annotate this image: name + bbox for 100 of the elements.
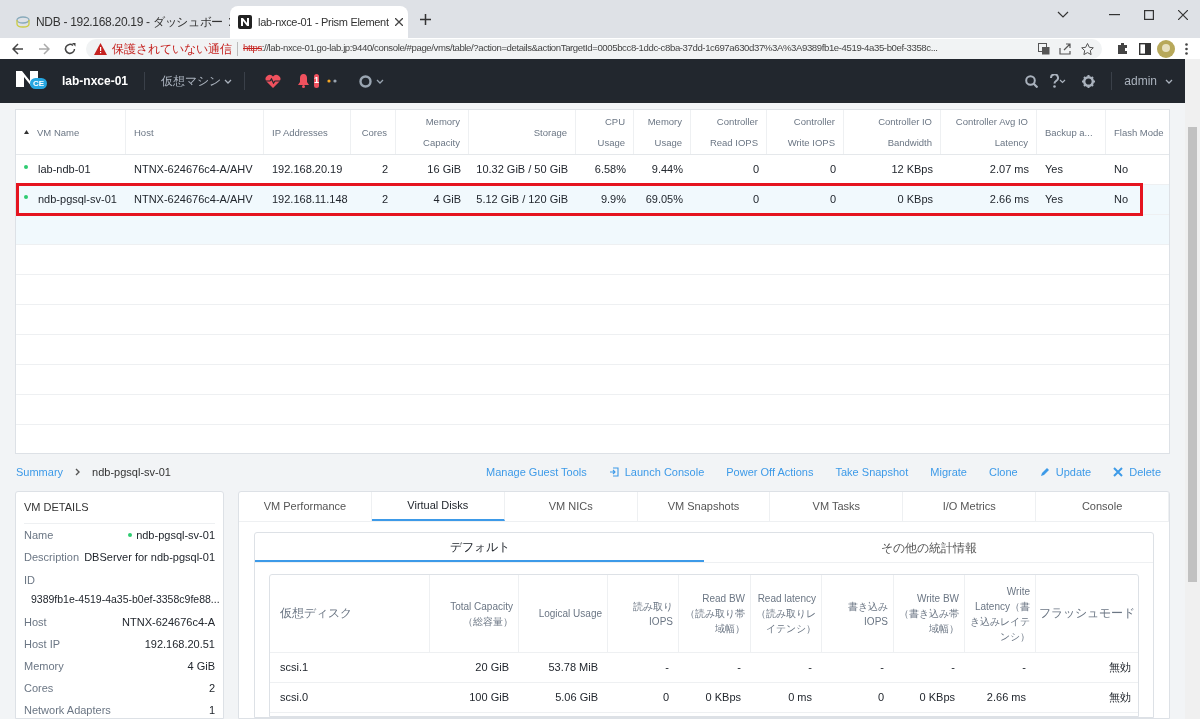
breadcrumb-link[interactable]: Summary bbox=[16, 463, 64, 481]
browser-tab[interactable]: lab-nxce-01 - Prism Element bbox=[230, 6, 408, 38]
task-ring-icon[interactable] bbox=[359, 74, 373, 88]
alert-count[interactable]: 1 bbox=[314, 74, 320, 88]
table-cell-text: 0 KBps bbox=[897, 192, 933, 208]
column-header[interactable]: Write Latency（書き込みレイテンシ） bbox=[970, 583, 1030, 644]
column-header[interactable]: CPU Usage bbox=[584, 111, 625, 153]
help-icon[interactable] bbox=[1050, 74, 1067, 88]
cluster-name[interactable]: lab-nxce-01 bbox=[62, 72, 146, 90]
puzzle-icon[interactable] bbox=[1116, 42, 1129, 55]
column-header[interactable]: Host bbox=[134, 121, 154, 143]
chevron-down-icon bbox=[1165, 78, 1173, 84]
table-cell-text: No bbox=[1114, 162, 1129, 178]
chevron-down-icon[interactable] bbox=[376, 78, 385, 84]
share-icon[interactable] bbox=[1059, 42, 1072, 55]
sidebar-icon[interactable] bbox=[1139, 42, 1151, 55]
settings-icon[interactable] bbox=[1082, 74, 1096, 88]
action-link[interactable]: Migrate bbox=[930, 463, 967, 481]
column-header[interactable]: Memory Usage bbox=[642, 111, 682, 153]
warning-icon bbox=[94, 42, 107, 55]
search-icon[interactable] bbox=[1025, 74, 1039, 88]
star-icon[interactable] bbox=[1081, 42, 1094, 55]
maximize-icon[interactable] bbox=[1144, 10, 1154, 20]
field-value: NTNX-624676c4-A bbox=[122, 615, 215, 630]
column-header[interactable]: Total Capacity（総容量） bbox=[435, 598, 513, 629]
column-header[interactable]: Read BW（読み取り帯域幅） bbox=[684, 591, 745, 636]
action-link[interactable]: Clone bbox=[988, 463, 1018, 481]
reload-icon[interactable] bbox=[64, 42, 76, 55]
table-cell-text: 192.168.20.19 bbox=[272, 162, 343, 178]
action-link[interactable]: Take Snapshot bbox=[835, 463, 909, 481]
table-cell-text: NTNX-624676c4-A/AHV bbox=[134, 162, 253, 178]
column-header[interactable]: Controller Write IOPS bbox=[775, 111, 835, 153]
close-icon bbox=[1113, 467, 1124, 477]
column-header[interactable]: フラッシュモード bbox=[1039, 606, 1135, 621]
tab[interactable]: Virtual Disks bbox=[371, 492, 505, 521]
logo-badge: CE bbox=[30, 78, 48, 89]
table-cell-text: 53.78 MiB bbox=[548, 660, 598, 676]
column-header[interactable]: Controller Avg IO Latency bbox=[949, 111, 1028, 153]
column-header[interactable]: VM Name bbox=[37, 121, 80, 143]
tab[interactable]: I/O Metrics bbox=[903, 492, 1037, 521]
column-header[interactable]: Read latency（読み取りレイテンシ） bbox=[756, 591, 816, 636]
tab[interactable]: VM NICs bbox=[504, 492, 638, 521]
table-cell-text: - bbox=[880, 660, 884, 676]
logo[interactable]: CE bbox=[16, 71, 46, 91]
column-header[interactable]: Storage bbox=[533, 121, 567, 143]
column-header[interactable]: Flash Mode bbox=[1114, 121, 1164, 143]
field-value: 4 GiB bbox=[187, 659, 215, 674]
column-header[interactable]: Controller IO Bandwidth bbox=[852, 111, 932, 153]
action-link[interactable]: Power Off Actions bbox=[726, 463, 814, 481]
view-dropdown[interactable]: 仮想マシン bbox=[145, 72, 246, 90]
table-cell-text: - bbox=[665, 660, 669, 676]
close-icon[interactable] bbox=[1178, 10, 1188, 20]
table-cell-text: 2 bbox=[381, 192, 388, 208]
column-header[interactable]: Backup a... bbox=[1045, 121, 1093, 143]
column-header[interactable]: Cores bbox=[361, 121, 387, 143]
tab[interactable]: VM Snapshots bbox=[637, 492, 771, 521]
security-warning: 保護されていない通信 bbox=[112, 40, 232, 58]
column-header[interactable]: 読み取りIOPS bbox=[613, 598, 673, 629]
chevron-down-icon[interactable] bbox=[1057, 11, 1069, 19]
scrollbar[interactable] bbox=[1185, 59, 1200, 719]
column-header[interactable]: Controller Read IOPS bbox=[699, 111, 758, 153]
table-cell-text: 100 GiB bbox=[469, 690, 509, 706]
column-header[interactable]: IP Addresses bbox=[272, 121, 328, 143]
tab[interactable]: VM Performance bbox=[239, 492, 372, 521]
bell-icon[interactable] bbox=[297, 74, 311, 88]
tab[interactable]: VM Tasks bbox=[770, 492, 904, 521]
database-icon bbox=[16, 15, 30, 29]
action-link[interactable]: Update bbox=[1039, 463, 1092, 481]
column-header[interactable]: 書き込みIOPS bbox=[827, 598, 888, 629]
table-cell-text: - bbox=[737, 660, 741, 676]
more-icon[interactable] bbox=[1185, 42, 1188, 55]
table-cell-text: 2.66 ms bbox=[989, 192, 1029, 208]
action-link[interactable]: Launch Console bbox=[608, 463, 705, 481]
table-cell-text: 20 GiB bbox=[475, 660, 509, 676]
column-header[interactable]: Write BW（書き込み帯域幅） bbox=[899, 591, 959, 636]
table-cell-text: Yes bbox=[1045, 192, 1063, 208]
minimize-icon[interactable] bbox=[1109, 14, 1120, 16]
column-header[interactable]: Logical Usage bbox=[538, 606, 602, 621]
tab[interactable]: デフォルト bbox=[255, 533, 704, 562]
back-icon[interactable] bbox=[12, 42, 24, 55]
address-bar[interactable]: 保護されていない通信 https://lab-nxce-01.go-lab.jp:9440/console/#page/vms/table/?action=details&actionTargetId=0005bcc8-1ddc-c8ba-37dd-1c697a630d37%3A%3A9389fb1e-4519-4a35-b0ef-3358c... bbox=[86, 38, 1102, 59]
tab[interactable]: その他の統計情報 bbox=[704, 533, 1153, 562]
close-icon[interactable] bbox=[394, 18, 403, 26]
field-label: Host bbox=[24, 615, 47, 630]
column-header[interactable]: 仮想ディスク bbox=[280, 606, 352, 621]
column-header[interactable]: Memory Capacity bbox=[404, 111, 460, 153]
tab[interactable]: Console bbox=[1036, 492, 1169, 521]
action-link[interactable]: Manage Guest Tools bbox=[486, 463, 587, 481]
user-menu[interactable]: admin bbox=[1111, 72, 1177, 90]
sort-ascending-icon[interactable] bbox=[24, 130, 29, 134]
table-row[interactable]: ndb-pgsql-sv-01 NTNX-624676c4-A/AHV 192.168.11.148 2 4 GiB 5.12 GiB / 120 GiB 9.9% 69.05% 0 0 0 KBps 2.66 ms Yes No bbox=[16, 185, 1169, 215]
table-cell-text: NTNX-624676c4-A/AHV bbox=[134, 192, 253, 208]
new-tab-icon[interactable] bbox=[420, 13, 431, 25]
action-link[interactable]: Delete bbox=[1113, 463, 1161, 481]
browser-tab[interactable]: NDB - 192.168.20.19 - ダッシュボー bbox=[8, 6, 230, 38]
table-cell-text: scsi.0 bbox=[280, 690, 309, 706]
heartbeat-icon[interactable] bbox=[265, 74, 282, 88]
table-cell-text: 2.66 ms bbox=[986, 690, 1026, 706]
field-value: 2 bbox=[208, 681, 215, 696]
translate-icon[interactable] bbox=[1038, 42, 1050, 55]
